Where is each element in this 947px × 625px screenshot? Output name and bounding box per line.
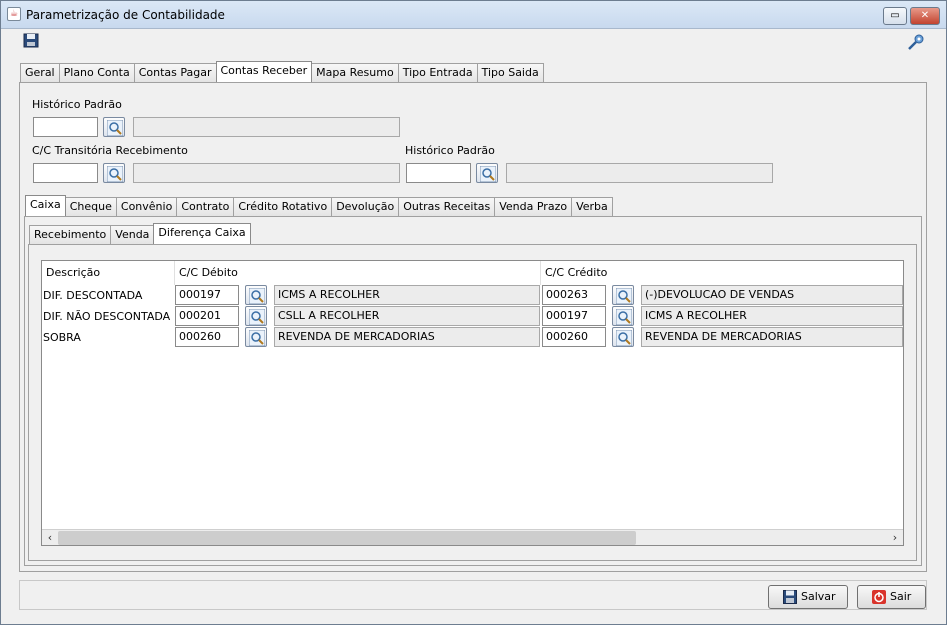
window-title: Parametrização de Contabilidade xyxy=(26,8,225,22)
cc-transitoria-label: C/C Transitória Recebimento xyxy=(32,144,188,157)
historico-padrao-2-code-input[interactable] xyxy=(406,163,471,183)
column-header-cc-credito[interactable]: C/C Crédito xyxy=(541,261,903,285)
tab-devolucao[interactable]: Devolução xyxy=(331,197,400,216)
close-button[interactable]: ✕ xyxy=(910,7,940,25)
historico-padrao-label: Histórico Padrão xyxy=(32,98,122,111)
row-descricao: SOBRA xyxy=(42,327,173,348)
tab-recebimento[interactable]: Recebimento xyxy=(29,225,112,244)
credito-description: (-)DEVOLUCAO DE VENDAS xyxy=(641,285,903,305)
floppy-icon xyxy=(783,590,797,604)
debito-description: CSLL A RECOLHER xyxy=(274,306,540,326)
debito-lookup-button[interactable] xyxy=(245,327,267,347)
debito-lookup-button[interactable] xyxy=(245,285,267,305)
credito-lookup-button[interactable] xyxy=(612,306,634,326)
credito-code-input[interactable]: 000260 xyxy=(542,327,606,347)
tab-venda-prazo[interactable]: Venda Prazo xyxy=(494,197,573,216)
tab-contas-receber[interactable]: Contas Receber xyxy=(215,61,313,82)
historico-padrao-code-input[interactable] xyxy=(33,117,98,137)
magnifier-icon xyxy=(107,120,123,136)
tab-credito-rotativo[interactable]: Crédito Rotativo xyxy=(233,197,333,216)
debito-description: ICMS A RECOLHER xyxy=(274,285,540,305)
main-tab-strip: Geral Plano Conta Contas Pagar Contas Re… xyxy=(20,61,544,82)
tab-plano-conta[interactable]: Plano Conta xyxy=(58,63,135,82)
credito-description: REVENDA DE MERCADORIAS xyxy=(641,327,903,347)
credito-lookup-button[interactable] xyxy=(612,285,634,305)
tab-mapa-resumo[interactable]: Mapa Resumo xyxy=(311,63,399,82)
exit-button[interactable]: Sair xyxy=(857,585,926,609)
credito-lookup-button[interactable] xyxy=(612,327,634,347)
main-window: ☕ Parametrização de Contabilidade ▭ ✕ Ge… xyxy=(0,0,947,625)
tab-tipo-saida[interactable]: Tipo Saida xyxy=(476,63,544,82)
credito-description: ICMS A RECOLHER xyxy=(641,306,903,326)
table-row[interactable]: DIF. NÃO DESCONTADA 000201 CSLL A RECOLHER… xyxy=(42,306,903,327)
java-app-icon: ☕ xyxy=(7,7,21,21)
scroll-left-arrow[interactable]: ‹ xyxy=(42,530,58,546)
maximize-button[interactable]: ▭ xyxy=(883,7,907,25)
historico-padrao-2-lookup-button[interactable] xyxy=(476,163,498,183)
table-row[interactable]: SOBRA 000260 REVENDA DE MERCADORIAS 000260 R… xyxy=(42,327,903,348)
horizontal-scrollbar[interactable]: ‹ › xyxy=(42,529,903,545)
scroll-thumb[interactable] xyxy=(58,531,636,545)
tab-contrato[interactable]: Contrato xyxy=(176,197,235,216)
debito-code-input[interactable]: 000197 xyxy=(175,285,239,305)
credito-code-input[interactable]: 000197 xyxy=(542,306,606,326)
cc-transitoria-lookup-button[interactable] xyxy=(103,163,125,183)
debito-code-input[interactable]: 000201 xyxy=(175,306,239,326)
historico-padrao-2-description xyxy=(506,163,773,183)
key-icon[interactable] xyxy=(907,34,925,50)
tab-convenio[interactable]: Convênio xyxy=(115,197,178,216)
save-button-label: Salvar xyxy=(801,590,836,603)
credito-code-input[interactable]: 000263 xyxy=(542,285,606,305)
accounts-grid: Descrição C/C Débito C/C Crédito DIF. DE… xyxy=(41,260,904,546)
column-header-cc-debito[interactable]: C/C Débito xyxy=(175,261,541,285)
inner-tab-strip: Recebimento Venda Diferença Caixa xyxy=(29,223,251,244)
row-descricao: DIF. DESCONTADA xyxy=(42,285,173,306)
table-row[interactable]: DIF. DESCONTADA 000197 ICMS A RECOLHER 0002… xyxy=(42,285,903,306)
tab-venda[interactable]: Venda xyxy=(110,225,155,244)
historico-padrao-lookup-button[interactable] xyxy=(103,117,125,137)
cc-transitoria-description xyxy=(133,163,400,183)
magnifier-icon xyxy=(480,166,496,182)
exit-button-label: Sair xyxy=(890,590,912,603)
magnifier-icon xyxy=(107,166,123,182)
debito-lookup-button[interactable] xyxy=(245,306,267,326)
historico-padrao-2-label: Histórico Padrão xyxy=(405,144,495,157)
save-button[interactable]: Salvar xyxy=(768,585,848,609)
tab-outras-receitas[interactable]: Outras Receitas xyxy=(398,197,496,216)
column-header-descricao[interactable]: Descrição xyxy=(42,261,175,285)
tab-caixa[interactable]: Caixa xyxy=(25,195,66,216)
row-descricao: DIF. NÃO DESCONTADA xyxy=(42,306,173,327)
tab-cheque[interactable]: Cheque xyxy=(64,197,117,216)
tab-geral[interactable]: Geral xyxy=(20,63,60,82)
tab-verba[interactable]: Verba xyxy=(571,197,613,216)
debito-description: REVENDA DE MERCADORIAS xyxy=(274,327,540,347)
debito-code-input[interactable]: 000260 xyxy=(175,327,239,347)
power-icon xyxy=(872,590,886,604)
save-toolbar-icon[interactable] xyxy=(23,33,39,48)
sub-tab-strip: Caixa Cheque Convênio Contrato Crédito R… xyxy=(25,195,613,216)
tab-contas-pagar[interactable]: Contas Pagar xyxy=(133,63,217,82)
scroll-right-arrow[interactable]: › xyxy=(887,530,903,546)
historico-padrao-description xyxy=(133,117,400,137)
tab-diferenca-caixa[interactable]: Diferença Caixa xyxy=(153,223,251,244)
tab-tipo-entrada[interactable]: Tipo Entrada xyxy=(397,63,478,82)
title-bar: ☕ Parametrização de Contabilidade ▭ ✕ xyxy=(1,1,946,29)
cc-transitoria-code-input[interactable] xyxy=(33,163,98,183)
